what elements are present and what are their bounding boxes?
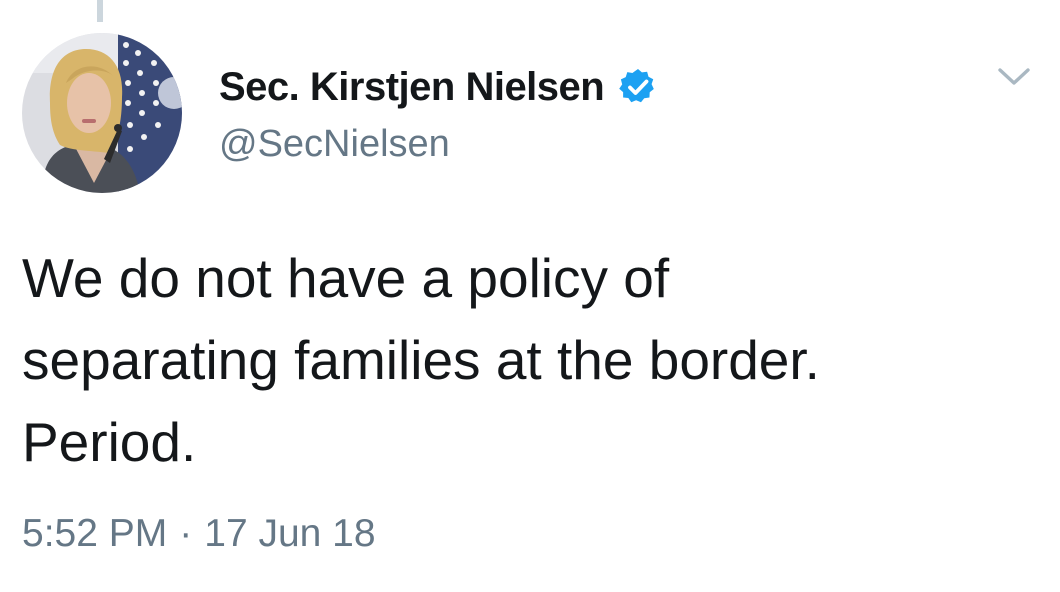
tweet-text-line: separating families at the border. <box>22 329 820 391</box>
timestamp-separator: · <box>179 512 193 555</box>
tweet-date[interactable]: 17 Jun 18 <box>204 512 375 555</box>
author-display-name[interactable]: Sec. Kirstjen Nielsen <box>219 65 605 110</box>
author-handle[interactable]: @SecNielsen <box>219 123 450 166</box>
tweet-text-line: We do not have a policy of <box>22 247 670 309</box>
avatar[interactable] <box>22 33 182 193</box>
verified-badge-icon <box>618 67 658 107</box>
tweet-text: We do not have a policy of separating fa… <box>22 237 1032 483</box>
tweet-time[interactable]: 5:52 PM <box>22 512 167 555</box>
author-name-row[interactable]: Sec. Kirstjen Nielsen <box>219 62 658 112</box>
tweet-timestamp[interactable]: 5:52 PM · 17 Jun 18 <box>22 512 376 556</box>
tweet-text-line: Period. <box>22 411 197 473</box>
thread-connector-line <box>97 0 103 22</box>
avatar-image <box>22 33 182 193</box>
chevron-down-icon[interactable] <box>996 62 1032 92</box>
